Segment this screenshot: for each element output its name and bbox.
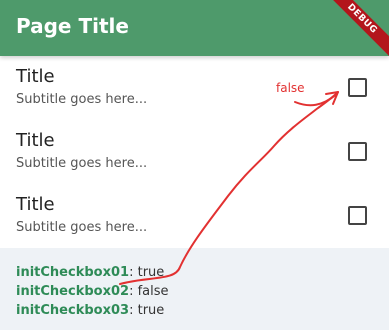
- status-separator: :: [129, 303, 134, 318]
- tile-subtitle: Subtitle goes here...: [16, 92, 148, 107]
- tile-title: Title: [16, 194, 55, 215]
- list-tile[interactable]: Title Subtitle goes here...: [0, 56, 389, 120]
- status-separator: :: [129, 284, 134, 299]
- checkbox-list: Title Subtitle goes here... Title Subtit…: [0, 56, 389, 248]
- status-line: initCheckbox03: true: [16, 303, 164, 318]
- tile-title: Title: [16, 130, 55, 151]
- status-separator: :: [129, 265, 134, 280]
- annotation-false-label: false: [276, 81, 305, 95]
- status-value: false: [137, 284, 169, 299]
- page-title: Page Title: [16, 14, 129, 38]
- status-line: initCheckbox02: false: [16, 284, 169, 299]
- tile-subtitle: Subtitle goes here...: [16, 156, 148, 171]
- tile-title: Title: [16, 66, 55, 87]
- checkbox[interactable]: [348, 142, 367, 161]
- checkbox[interactable]: [348, 206, 367, 225]
- status-key: initCheckbox02: [16, 284, 130, 299]
- app-bar: Page Title DEBUG: [0, 0, 389, 56]
- debug-banner: DEBUG: [318, 0, 389, 56]
- list-tile[interactable]: Title Subtitle goes here...: [0, 184, 389, 248]
- tile-subtitle: Subtitle goes here...: [16, 220, 148, 235]
- status-key: initCheckbox01: [16, 265, 130, 280]
- checkbox[interactable]: [348, 78, 367, 97]
- status-key: initCheckbox03: [16, 303, 130, 318]
- status-value: true: [137, 303, 165, 318]
- status-panel: initCheckbox01: true initCheckbox02: fal…: [0, 248, 389, 330]
- status-value: true: [137, 265, 165, 280]
- list-tile[interactable]: Title Subtitle goes here...: [0, 120, 389, 184]
- status-line: initCheckbox01: true: [16, 265, 164, 280]
